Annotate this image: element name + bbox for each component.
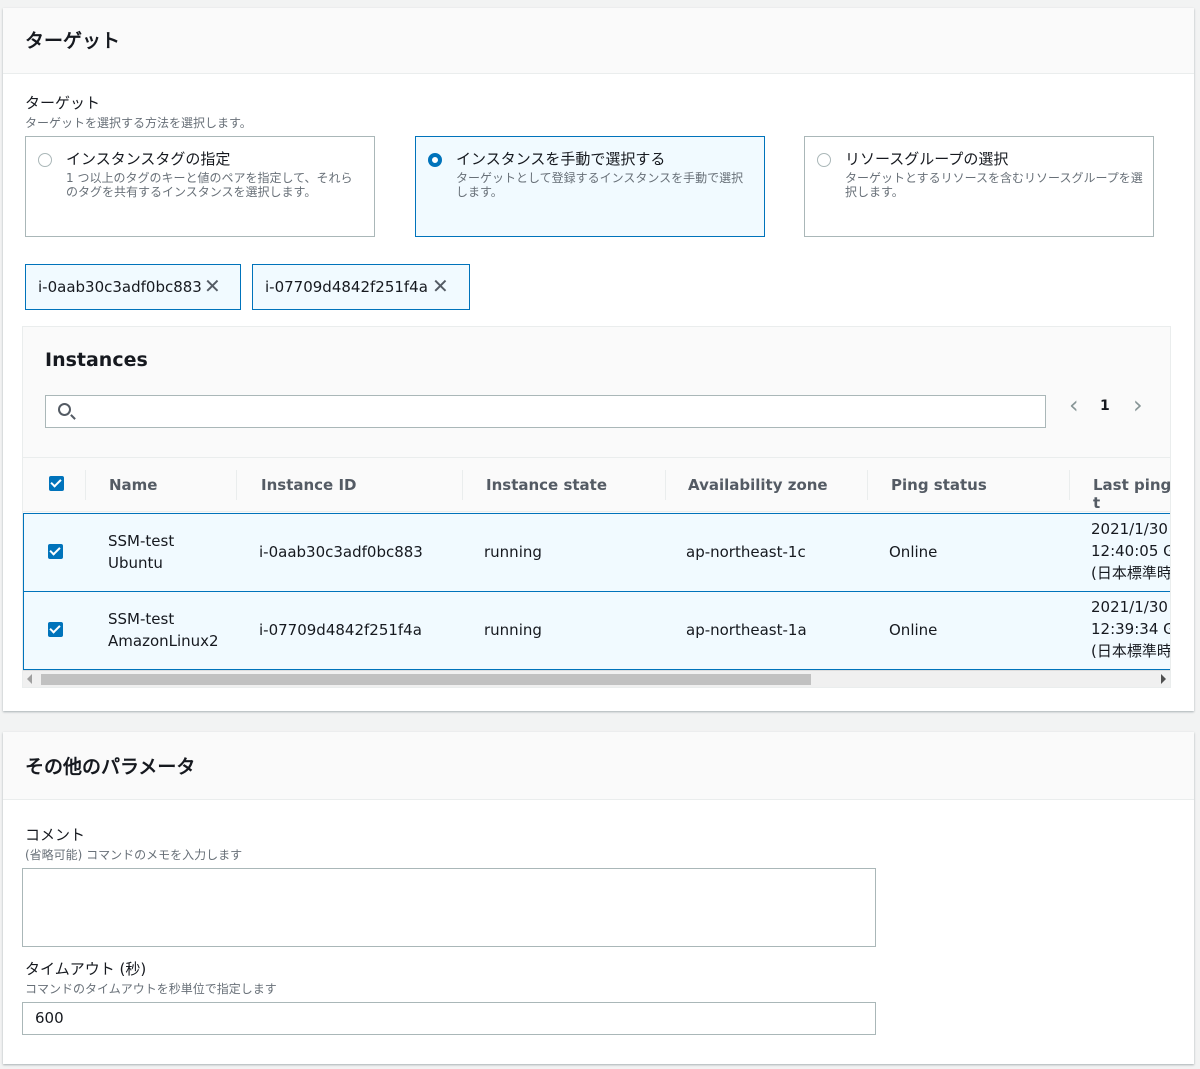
table-row[interactable]: SSM-test AmazonLinux2 i-07709d4842f251f4… — [23, 591, 1171, 670]
cell-ping-status: Online — [889, 621, 938, 639]
tile-desc: 1 つ以上のタグのキーと値のペアを指定して、それらのタグを共有するインスタンスを… — [66, 171, 353, 199]
last-ping-line: 12:40:05 G — [1091, 542, 1171, 560]
pager-page-number[interactable]: 1 — [1100, 398, 1110, 414]
tile-tag-target[interactable]: インスタンスタグの指定 1 つ以上のタグのキーと値のペアを指定して、それらのタグ… — [25, 136, 375, 237]
column-divider — [85, 470, 86, 500]
radio-button-selected[interactable] — [428, 153, 442, 167]
select-all-checkbox[interactable] — [49, 476, 64, 491]
table-header: Name Instance ID Instance state Availabi… — [23, 457, 1170, 512]
close-icon[interactable]: ✕ — [432, 276, 449, 296]
last-ping-line: (日本標準時 — [1091, 564, 1171, 582]
tile-desc: ターゲットとして登録するインスタンスを手動で選択します。 — [456, 171, 744, 199]
cell-instance-id: i-0aab30c3adf0bc883 — [259, 543, 423, 561]
horizontal-scrollbar[interactable] — [23, 670, 1170, 687]
comment-label: コメント — [25, 826, 86, 844]
last-ping-line: (日本標準時 — [1091, 642, 1171, 660]
cell-name: SSM-test AmazonLinux2 — [108, 608, 219, 652]
other-params-title: その他のパラメータ — [25, 756, 196, 778]
column-header-last-ping[interactable]: Last ping t — [1093, 476, 1170, 512]
timeout-desc: コマンドのタイムアウトを秒単位で指定します — [25, 982, 277, 996]
table-row[interactable]: SSM-test Ubuntu i-0aab30c3adf0bc883 runn… — [23, 513, 1171, 592]
target-field-label: ターゲット — [25, 94, 101, 112]
cell-name: SSM-test Ubuntu — [108, 530, 174, 574]
cell-ping-status: Online — [889, 543, 938, 561]
timeout-label: タイムアウト (秒) — [25, 960, 147, 978]
row-checkbox[interactable] — [48, 544, 63, 559]
radio-button[interactable] — [38, 153, 52, 167]
cell-availability-zone: ap-northeast-1a — [686, 621, 807, 639]
column-header-availability-zone[interactable]: Availability zone — [688, 476, 828, 494]
token-label: i-0aab30c3adf0bc883 — [38, 278, 202, 296]
instances-table: Instances ‹ 1 › Name Instance ID Instanc… — [22, 326, 1171, 688]
cell-last-ping: 2021/1/30 12:39:34 G (日本標準時 — [1091, 596, 1171, 662]
column-divider — [665, 470, 666, 500]
token-instance-2: i-07709d4842f251f4a ✕ — [252, 264, 470, 310]
tile-title: インスタンスを手動で選択する — [456, 150, 666, 168]
pager-prev-button[interactable]: ‹ — [1069, 393, 1079, 417]
name-line: Ubuntu — [108, 554, 163, 572]
row-checkbox[interactable] — [48, 622, 63, 637]
column-divider — [236, 470, 237, 500]
cell-instance-id: i-07709d4842f251f4a — [259, 621, 422, 639]
column-header-instance-state[interactable]: Instance state — [486, 476, 607, 494]
radio-button[interactable] — [817, 153, 831, 167]
name-line: AmazonLinux2 — [108, 632, 219, 650]
column-header-instance-id[interactable]: Instance ID — [261, 476, 356, 494]
tile-manual-target[interactable]: インスタンスを手動で選択する ターゲットとして登録するインスタンスを手動で選択し… — [415, 136, 765, 237]
close-icon[interactable]: ✕ — [204, 276, 221, 296]
comment-textarea[interactable] — [22, 868, 876, 947]
cell-last-ping: 2021/1/30 12:40:05 G (日本標準時 — [1091, 518, 1171, 584]
instances-title: Instances — [45, 349, 148, 371]
column-divider — [1069, 470, 1070, 500]
tile-desc: ターゲットとするリソースを含むリソースグループを選択します。 — [845, 171, 1143, 199]
last-ping-line: 2021/1/30 — [1091, 520, 1168, 538]
cell-instance-state: running — [484, 621, 542, 639]
name-line: SSM-test — [108, 610, 175, 628]
tile-resource-group-target[interactable]: リソースグループの選択 ターゲットとするリソースを含むリソースグループを選択しま… — [804, 136, 1154, 237]
cell-availability-zone: ap-northeast-1c — [686, 543, 806, 561]
pager-next-button[interactable]: › — [1133, 393, 1143, 417]
search-input[interactable] — [45, 395, 1046, 428]
search-icon — [58, 403, 71, 416]
column-header-ping-status[interactable]: Ping status — [891, 476, 987, 494]
other-params-header: その他のパラメータ — [3, 732, 1194, 800]
scroll-right-icon[interactable] — [1161, 674, 1166, 684]
targets-title: ターゲット — [25, 30, 121, 52]
targets-header: ターゲット — [3, 8, 1194, 74]
column-divider — [867, 470, 868, 500]
last-ping-line: 2021/1/30 — [1091, 598, 1168, 616]
target-field-desc: ターゲットを選択する方法を選択します。 — [25, 116, 252, 130]
last-ping-line: 12:39:34 G — [1091, 620, 1171, 638]
comment-desc: (省略可能) コマンドのメモを入力します — [25, 848, 243, 862]
scrollbar-thumb[interactable] — [41, 674, 811, 685]
scroll-left-icon[interactable] — [27, 674, 32, 684]
column-divider — [462, 470, 463, 500]
cell-instance-state: running — [484, 543, 542, 561]
timeout-input[interactable]: 600 — [22, 1002, 876, 1035]
column-header-name[interactable]: Name — [109, 476, 157, 494]
name-line: SSM-test — [108, 532, 175, 550]
token-label: i-07709d4842f251f4a — [265, 278, 428, 296]
token-instance-1: i-0aab30c3adf0bc883 ✕ — [25, 264, 241, 310]
tile-title: リソースグループの選択 — [845, 150, 1009, 168]
tile-title: インスタンスタグの指定 — [66, 150, 231, 168]
